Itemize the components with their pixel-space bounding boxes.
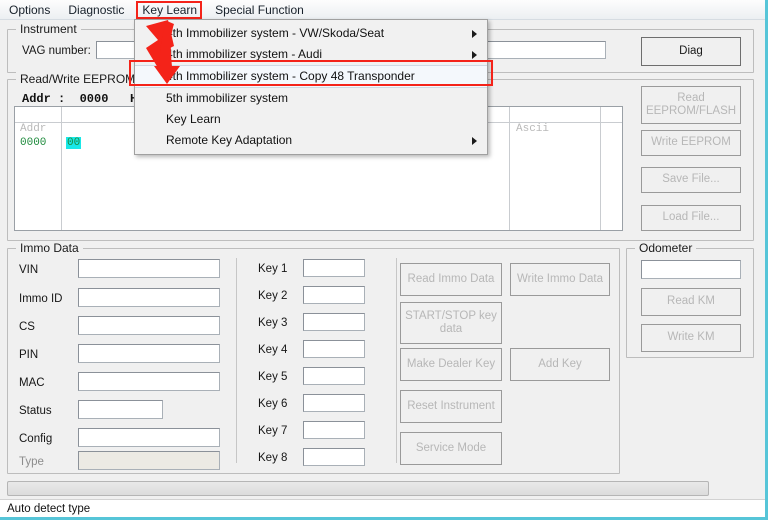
key-6-input[interactable]	[303, 394, 365, 412]
vin-input[interactable]	[78, 259, 220, 278]
key-2-label: Key 2	[258, 290, 288, 302]
status-label: Status	[19, 405, 52, 417]
start-stop-key-data-label: START/STOP key data	[405, 309, 497, 335]
menu-option-label: 4th Immobilizer system - VW/Skoda/Seat	[166, 26, 385, 40]
read-eeprom-flash-line2: EEPROM/FLASH	[645, 105, 737, 117]
menu-option-4th-copy-48-transponder[interactable]: 4th Immobilizer system - Copy 48 Transpo…	[135, 65, 487, 88]
eeprom-col-sep-1	[61, 107, 62, 230]
read-eeprom-flash-line1: Read	[677, 91, 705, 104]
menu-option-4th-audi[interactable]: 4th immobilizer system - Audi	[135, 44, 487, 65]
eeprom-row-addr: 0000	[20, 137, 47, 149]
key-3-label: Key 3	[258, 317, 288, 329]
status-bar: Auto detect type	[0, 499, 765, 517]
write-eeprom-button[interactable]: Write EEPROM	[641, 130, 741, 156]
application-window: Options Diagnostic Key Learn Special Fun…	[0, 0, 768, 520]
key-learn-dropdown-menu[interactable]: 4th Immobilizer system - VW/Skoda/Seat 4…	[134, 19, 488, 155]
key-8-input[interactable]	[303, 448, 365, 466]
eeprom-legend: Read/Write EEPROM	[16, 72, 140, 86]
type-input[interactable]	[78, 451, 220, 470]
config-label: Config	[19, 433, 53, 445]
immo-data-separator-1	[236, 258, 237, 463]
eeprom-col-sep-3	[600, 107, 601, 230]
menu-option-label: 4th immobilizer system - Audi	[166, 47, 323, 61]
key-6-label: Key 6	[258, 398, 288, 410]
eeprom-col-addr-header: Addr	[20, 123, 47, 135]
immo-data-separator-2	[396, 258, 397, 463]
status-text: Auto detect type	[7, 502, 91, 515]
menu-option-label: Remote Key Adaptation	[166, 133, 293, 147]
eeprom-col-ascii-header: Ascii	[516, 123, 550, 135]
eeprom-col-sep-2	[509, 107, 510, 230]
make-dealer-key-button[interactable]: Make Dealer Key	[400, 348, 502, 381]
eeprom-row-hex[interactable]: 00	[66, 137, 82, 149]
write-km-button[interactable]: Write KM	[641, 324, 741, 352]
submenu-arrow-icon	[472, 29, 477, 38]
menu-item-key-learn[interactable]: Key Learn	[133, 1, 206, 19]
menu-item-diagnostic[interactable]: Diagnostic	[59, 1, 133, 19]
key-1-label: Key 1	[258, 263, 288, 275]
key-3-input[interactable]	[303, 313, 365, 331]
menu-option-label: 4th Immobilizer system - Copy 48 Transpo…	[166, 69, 415, 83]
pin-label: PIN	[19, 349, 39, 361]
instrument-legend: Instrument	[16, 22, 81, 36]
menu-option-key-learn[interactable]: Key Learn	[135, 109, 487, 130]
odometer-legend: Odometer	[635, 241, 697, 255]
status-input[interactable]	[78, 400, 163, 419]
load-file-button[interactable]: Load File...	[641, 205, 741, 231]
key-2-input[interactable]	[303, 286, 365, 304]
progress-bar	[7, 481, 709, 496]
cs-label: CS	[19, 321, 35, 333]
pin-input[interactable]	[78, 344, 220, 363]
mac-input[interactable]	[78, 372, 220, 391]
menu-option-label: Key Learn	[166, 112, 221, 126]
menu-option-4th-vw-skoda-seat[interactable]: 4th Immobilizer system - VW/Skoda/Seat	[135, 23, 487, 44]
immo-data-legend: Immo Data	[16, 241, 83, 255]
config-input[interactable]	[78, 428, 220, 447]
vin-label: VIN	[19, 264, 39, 276]
vag-number-label: VAG number:	[22, 45, 91, 57]
odometer-input[interactable]	[641, 260, 741, 279]
save-file-button[interactable]: Save File...	[641, 167, 741, 193]
menu-item-options[interactable]: Options	[0, 1, 59, 19]
reset-instrument-button[interactable]: Reset Instrument	[400, 390, 502, 423]
menu-bar: Options Diagnostic Key Learn Special Fun…	[0, 0, 765, 20]
menu-option-label: 5th immobilizer system	[166, 91, 289, 105]
read-immo-data-button[interactable]: Read Immo Data	[400, 263, 502, 296]
mac-label: MAC	[19, 377, 45, 389]
type-label: Type	[19, 456, 44, 468]
write-immo-data-button[interactable]: Write Immo Data	[510, 263, 610, 296]
read-eeprom-flash-button[interactable]: Read EEPROM/FLASH	[641, 86, 741, 124]
submenu-arrow-icon	[472, 50, 477, 59]
key-4-label: Key 4	[258, 344, 288, 356]
key-1-input[interactable]	[303, 259, 365, 277]
menu-item-special-function[interactable]: Special Function	[206, 1, 313, 19]
start-stop-key-data-button[interactable]: START/STOP key data	[400, 302, 502, 344]
diag-button[interactable]: Diag	[641, 37, 741, 66]
add-key-button[interactable]: Add Key	[510, 348, 610, 381]
key-5-input[interactable]	[303, 367, 365, 385]
submenu-arrow-icon	[472, 136, 477, 145]
key-4-input[interactable]	[303, 340, 365, 358]
key-5-label: Key 5	[258, 371, 288, 383]
menu-option-remote-key-adaptation[interactable]: Remote Key Adaptation	[135, 130, 487, 151]
service-mode-button[interactable]: Service Mode	[400, 432, 502, 465]
immo-id-input[interactable]	[78, 288, 220, 307]
cs-input[interactable]	[78, 316, 220, 335]
menu-option-5th-immobilizer[interactable]: 5th immobilizer system	[135, 88, 487, 109]
immo-id-label: Immo ID	[19, 293, 63, 305]
read-km-button[interactable]: Read KM	[641, 288, 741, 316]
key-7-label: Key 7	[258, 425, 288, 437]
key-8-label: Key 8	[258, 452, 288, 464]
key-7-input[interactable]	[303, 421, 365, 439]
